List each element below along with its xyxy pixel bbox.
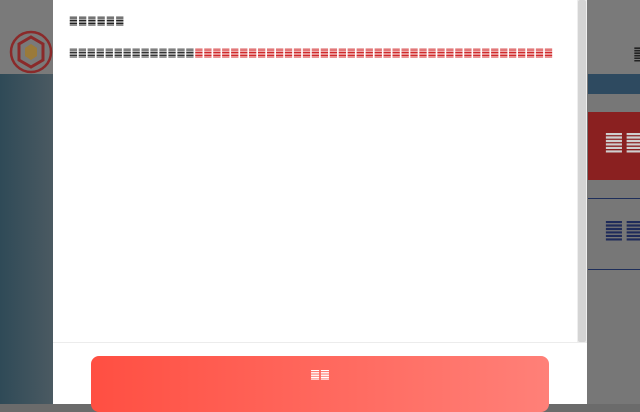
notice-text-normal: ䷀䷀䷀䷀䷀䷀䷀䷀䷀䷀䷀䷀䷀䷀ [69,48,195,59]
modal-body[interactable]: ䷀䷀䷀䷀䷀䷀ ䷀䷀䷀䷀䷀䷀䷀䷀䷀䷀䷀䷀䷀䷀䷀䷀䷀䷀䷀䷀䷀䷀䷀䷀䷀䷀䷀䷀䷀䷀䷀䷀䷀… [53,0,577,342]
nav-bar [588,74,640,94]
modal-divider [53,342,587,343]
header-glyph: ䷀ [633,44,640,62]
notice-text: ䷀䷀䷀䷀䷀䷀䷀䷀䷀䷀䷀䷀䷀䷀䷀䷀䷀䷀䷀䷀䷀䷀䷀䷀䷀䷀䷀䷀䷀䷀䷀䷀䷀䷀䷀䷀䷀䷀䷀䷀… [69,31,553,61]
blue-tile-label: ䷀䷀ [604,218,640,243]
logo-icon [9,30,53,74]
notice-title: ䷀䷀䷀䷀䷀䷀ [69,16,125,27]
red-tile-label: ䷀䷀ [604,130,640,155]
notice-modal: ䷀䷀䷀䷀䷀䷀ ䷀䷀䷀䷀䷀䷀䷀䷀䷀䷀䷀䷀䷀䷀䷀䷀䷀䷀䷀䷀䷀䷀䷀䷀䷀䷀䷀䷀䷀䷀䷀䷀䷀… [53,0,587,412]
modal-scrollbar[interactable] [577,0,587,342]
scrollbar-thumb[interactable] [578,0,586,342]
left-banner [0,74,54,404]
notice-text-highlight: ䷀䷀䷀䷀䷀䷀䷀䷀䷀䷀䷀䷀䷀䷀䷀䷀䷀䷀䷀䷀䷀䷀䷀䷀䷀䷀䷀䷀䷀䷀䷀䷀䷀䷀䷀䷀䷀䷀䷀䷀ [194,48,554,59]
